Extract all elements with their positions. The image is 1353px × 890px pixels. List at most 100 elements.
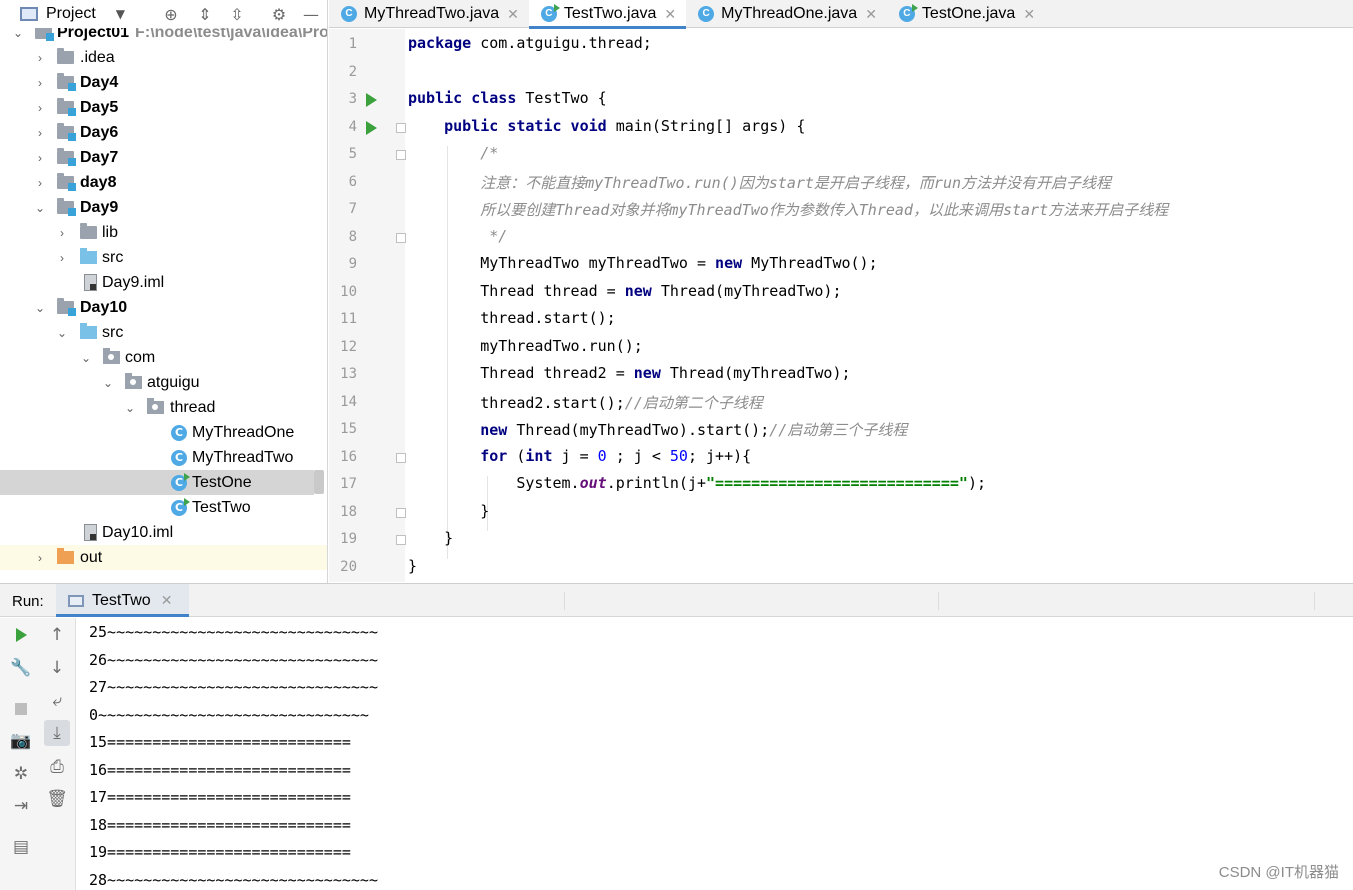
close-icon[interactable]: ✕ (865, 6, 877, 23)
tree-item-day10-iml[interactable]: Day10.iml (0, 520, 327, 545)
fold-marker-icon[interactable] (396, 232, 406, 243)
tree-item-testtwo[interactable]: C TestTwo (0, 495, 327, 520)
code-line[interactable]: /* (408, 144, 498, 162)
chevron-down-icon[interactable]: ▼ (116, 7, 125, 21)
code-token: 注意：不能直接myThreadTwo.run()因为start是开启子线程，而r… (408, 173, 1112, 192)
tree-item-out[interactable]: › out (0, 545, 327, 570)
tree-item-testone[interactable]: C TestOne (0, 470, 314, 495)
run-gutter-icon[interactable] (366, 120, 377, 135)
code-token: ); (967, 474, 986, 492)
locate-file-icon[interactable]: ⊕ (160, 3, 182, 25)
chevron-right-icon[interactable]: › (56, 226, 68, 240)
fold-marker-icon[interactable] (396, 535, 406, 545)
tree-item-day10[interactable]: ⌄ Day10 (0, 295, 327, 320)
wrench-icon[interactable]: 🔧 (8, 655, 34, 681)
code-line[interactable]: System.out.println(j+"==================… (408, 474, 986, 492)
chevron-right-icon[interactable]: › (34, 176, 46, 190)
code-line[interactable]: } (408, 529, 453, 547)
code-line[interactable]: } (408, 502, 489, 520)
tab-testone-java[interactable]: C TestOne.java ✕ (887, 0, 1045, 28)
close-icon[interactable]: ✕ (507, 6, 519, 23)
fold-marker-icon[interactable] (396, 452, 406, 463)
tree-item-day7[interactable]: › Day7 (0, 145, 327, 170)
code-line[interactable]: 所以要创建Thread对象并将myThreadTwo作为参数传入Thread，以… (408, 199, 1168, 220)
tree-item-day5[interactable]: › Day5 (0, 95, 327, 120)
code-line[interactable]: new Thread(myThreadTwo).start();//启动第三个子… (408, 419, 907, 440)
fold-marker-icon[interactable] (396, 122, 406, 133)
gear-icon[interactable]: ⚙ (268, 3, 290, 25)
chevron-right-icon[interactable]: › (34, 126, 46, 140)
arrow-up-icon[interactable]: ↑ (44, 622, 70, 648)
tree-item-day4[interactable]: › Day4 (0, 70, 327, 95)
code-token: MyThreadTwo(); (742, 254, 878, 272)
code-line[interactable]: for (int j = 0 ; j < 50; j++){ (408, 447, 751, 465)
code-line[interactable]: } (408, 557, 417, 575)
layout-icon[interactable]: ▤ (8, 834, 34, 860)
tree-item-atguigu[interactable]: ⌄ atguigu (0, 370, 327, 395)
soft-wrap-icon[interactable]: ⤶ (44, 688, 70, 714)
exit-icon[interactable]: ⇥ (8, 793, 34, 819)
tab-testtwo-java[interactable]: C TestTwo.java ✕ (528, 0, 687, 29)
rerun-icon[interactable] (8, 622, 34, 648)
code-line[interactable]: myThreadTwo.run(); (408, 337, 643, 355)
fold-marker-icon[interactable] (396, 507, 406, 518)
code-editor[interactable]: 1 2 3 4 5 6 7 8 9 10 11 12 13 14 15 16 17 18 19 20 package … (329, 29, 1353, 582)
chevron-right-icon[interactable]: › (34, 101, 46, 115)
tree-item-day9[interactable]: ⌄ Day9 (0, 195, 327, 220)
code-line[interactable]: 注意：不能直接myThreadTwo.run()因为start是开启子线程，而r… (408, 172, 1111, 193)
code-line[interactable]: Thread thread2 = new Thread(myThreadTwo)… (408, 364, 850, 382)
tree-item-idea[interactable]: › .idea (0, 45, 327, 70)
chevron-down-icon[interactable]: ⌄ (34, 201, 46, 215)
chevron-down-icon[interactable]: ⌄ (34, 301, 46, 315)
arrow-down-icon[interactable]: ↓ (44, 655, 70, 681)
collapse-all-icon[interactable]: ⇳ (226, 3, 248, 25)
tree-item-day6[interactable]: › Day6 (0, 120, 327, 145)
chevron-down-icon[interactable]: ⌄ (80, 351, 92, 365)
tree-item-src[interactable]: ⌄ src (0, 320, 327, 345)
code-line[interactable]: */ (408, 227, 507, 245)
chevron-right-icon[interactable]: › (34, 76, 46, 90)
code-line[interactable]: public class TestTwo { (408, 89, 607, 107)
scroll-to-end-icon[interactable]: ⤓ (44, 720, 70, 746)
code-line[interactable]: thread2.start();//启动第二个子线程 (408, 392, 763, 413)
code-line[interactable]: package com.atguigu.thread; (408, 34, 652, 52)
chevron-down-icon[interactable]: ⌄ (56, 326, 68, 340)
close-icon[interactable]: ✕ (161, 592, 173, 609)
chevron-right-icon[interactable]: › (56, 251, 68, 265)
close-icon[interactable]: ✕ (1023, 6, 1035, 23)
debug-bug-icon[interactable]: ✲ (8, 761, 34, 787)
code-line[interactable]: Thread thread = new Thread(myThreadTwo); (408, 282, 841, 300)
expand-all-icon[interactable]: ⇕ (194, 3, 216, 25)
hide-panel-icon[interactable]: — (300, 3, 322, 25)
tree-item-day9-iml[interactable]: Day9.iml (0, 270, 327, 295)
fold-marker-icon[interactable] (396, 150, 406, 160)
run-tab-testtwo[interactable]: TestTwo ✕ (56, 584, 189, 617)
stop-icon[interactable] (8, 696, 34, 722)
code-line[interactable]: thread.start(); (408, 309, 615, 327)
chevron-right-icon[interactable]: › (34, 51, 46, 65)
code-line[interactable]: MyThreadTwo myThreadTwo = new MyThreadTw… (408, 254, 878, 272)
trash-icon[interactable]: 🗑 (44, 786, 70, 812)
tree-item-thread[interactable]: ⌄ thread (0, 395, 327, 420)
chevron-right-icon[interactable]: › (34, 551, 46, 565)
project-tree-scrollbar[interactable] (314, 470, 324, 494)
camera-icon[interactable]: 📷 (8, 728, 34, 754)
tree-item-mythreadone[interactable]: C MyThreadOne (0, 420, 327, 445)
code-line[interactable]: public static void main(String[] args) { (408, 117, 805, 135)
tab-mythreadone-java[interactable]: C MyThreadOne.java ✕ (686, 0, 887, 28)
chevron-down-icon[interactable]: ⌄ (102, 376, 114, 390)
tree-item-com[interactable]: ⌄ com (0, 345, 327, 370)
console-output[interactable]: 25~~~~~~~~~~~~~~~~~~~~~~~~~~~~~~ 26~~~~~~… (77, 618, 1353, 890)
print-icon[interactable]: ⎙ (44, 754, 70, 780)
chevron-right-icon[interactable]: › (34, 151, 46, 165)
project-view-dropdown[interactable]: Project (46, 5, 96, 23)
run-gutter-icon[interactable] (366, 93, 377, 107)
close-icon[interactable]: ✕ (664, 6, 676, 23)
tree-item-mythreadtwo[interactable]: C MyThreadTwo (0, 445, 327, 470)
tree-item-src[interactable]: › src (0, 245, 327, 270)
code-token: new (715, 254, 743, 272)
tree-item-day8[interactable]: › day8 (0, 170, 327, 195)
tree-item-lib[interactable]: › lib (0, 220, 327, 245)
chevron-down-icon[interactable]: ⌄ (124, 401, 136, 415)
tab-mythreadtwo-java[interactable]: C MyThreadTwo.java ✕ (329, 0, 529, 28)
